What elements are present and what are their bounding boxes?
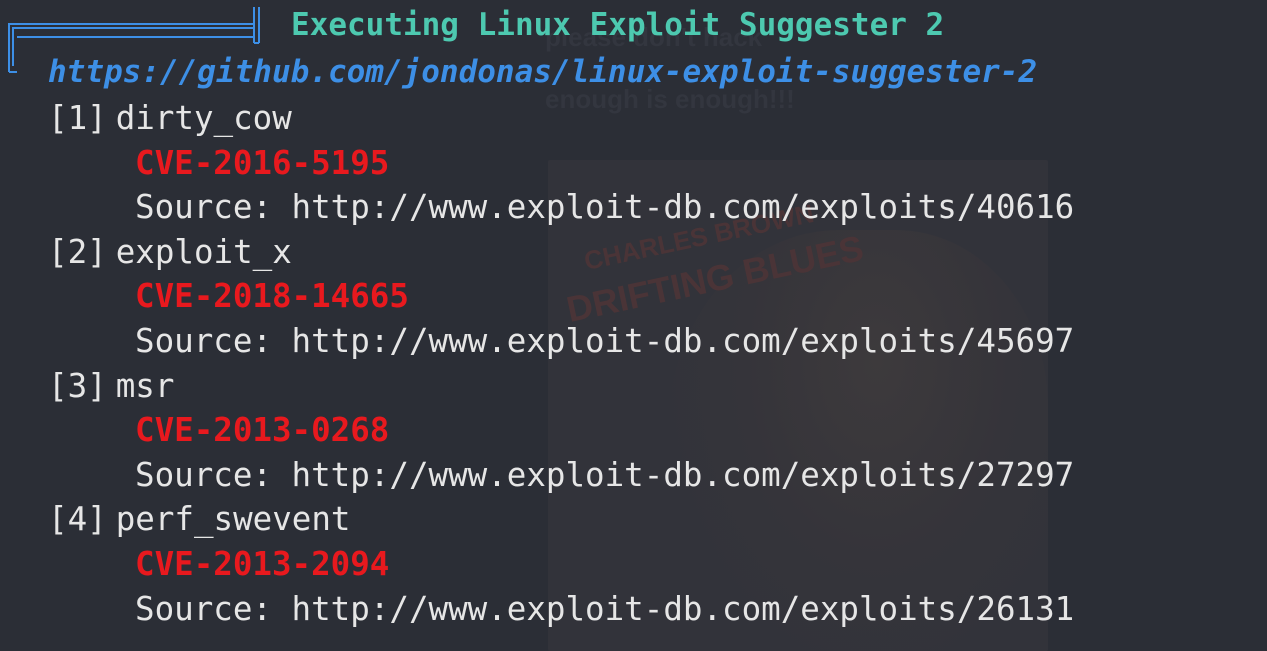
source-url[interactable]: http://www.exploit-db.com/exploits/27297 xyxy=(292,456,1075,494)
source-line: Source: http://www.exploit-db.com/exploi… xyxy=(48,587,1074,632)
source-label: Source: xyxy=(135,188,272,227)
exploit-index: [2] xyxy=(48,232,107,271)
source-label: Source: xyxy=(135,589,272,628)
cve-id: CVE-2016-5195 xyxy=(135,143,390,182)
cve-id: CVE-2018-14665 xyxy=(135,277,409,316)
exploit-result-item: [3] msr CVE-2013-0268 Source: http://www.… xyxy=(48,364,1074,498)
exploit-name: dirty_cow xyxy=(115,99,292,137)
exploit-name: msr xyxy=(115,366,175,405)
exploit-header-line: [1] dirty_cow xyxy=(48,96,1074,141)
exploit-index: [1] xyxy=(48,99,107,137)
exploit-name: exploit_x xyxy=(115,232,292,271)
exploit-name: perf_swevent xyxy=(115,500,351,539)
source-label: Source: xyxy=(135,321,272,360)
banner-title: Executing Linux Exploit Suggester 2 xyxy=(291,7,945,43)
exploit-header-line: [2] exploit_x xyxy=(48,230,1074,275)
exploit-result-item: [1] dirty_cow CVE-2016-5195 Source: http:… xyxy=(48,96,1074,230)
cve-id: CVE-2013-0268 xyxy=(135,411,390,450)
exploit-index: [4] xyxy=(48,500,107,539)
cve-id: CVE-2013-2094 xyxy=(135,544,390,583)
source-url[interactable]: http://www.exploit-db.com/exploits/40616 xyxy=(292,188,1075,226)
exploit-result-item: [4] perf_swevent CVE-2013-2094 Source: ht… xyxy=(48,497,1074,631)
source-line: Source: http://www.exploit-db.com/exploi… xyxy=(48,185,1074,230)
source-line: Source: http://www.exploit-db.com/exploi… xyxy=(48,319,1074,364)
exploit-header-line: [4] perf_swevent xyxy=(48,497,1074,542)
exploit-header-line: [3] msr xyxy=(48,364,1074,409)
terminal-window: please don't hack enough is enough!!! CH… xyxy=(0,0,1267,651)
source-url[interactable]: http://www.exploit-db.com/exploits/45697 xyxy=(292,322,1075,360)
source-url[interactable]: http://www.exploit-db.com/exploits/26131 xyxy=(292,590,1075,628)
repo-url-link[interactable]: https://github.com/jondonas/linux-exploi… xyxy=(48,51,1037,93)
exploit-result-item: [2] exploit_x CVE-2018-14665 Source: http… xyxy=(48,230,1074,364)
exploit-index: [3] xyxy=(48,366,107,405)
source-line: Source: http://www.exploit-db.com/exploi… xyxy=(48,453,1074,498)
source-label: Source: xyxy=(135,455,272,494)
exploit-results-list: [1] dirty_cow CVE-2016-5195 Source: http:… xyxy=(48,96,1074,631)
